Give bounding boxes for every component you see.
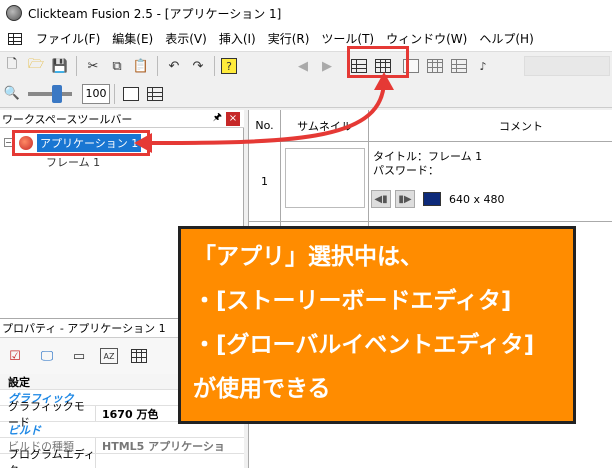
callout-line-3: ・[グローバルイベントエディタ]: [193, 332, 535, 358]
callout-line-2: ・[ストーリーボードエディタ]: [193, 288, 512, 314]
callout-line-1: 「アプリ」選択中は、: [193, 244, 423, 270]
callout-line-4: が使用できる: [193, 376, 331, 402]
callout-box: 「アプリ」選択中は、 ・[ストーリーボードエディタ] ・[グローバルイベントエデ…: [178, 226, 576, 424]
